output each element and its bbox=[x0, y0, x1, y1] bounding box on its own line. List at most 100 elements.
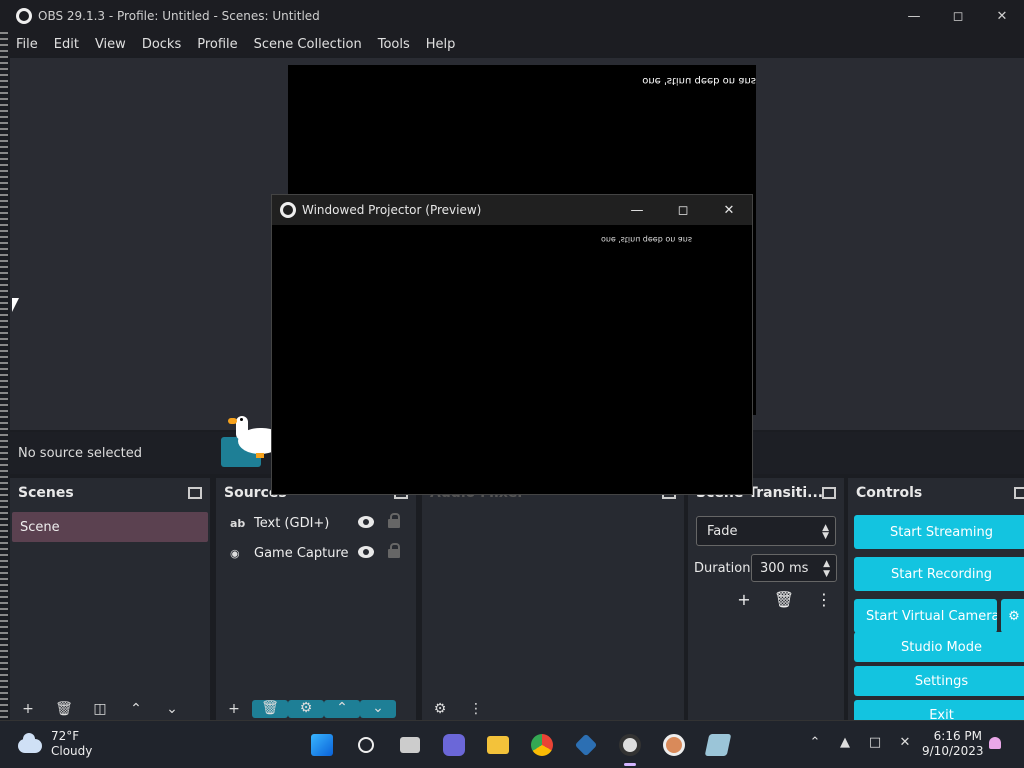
advanced-audio-icon[interactable]: ⚙ bbox=[422, 701, 458, 717]
undock-icon[interactable] bbox=[188, 487, 202, 499]
menu-profile[interactable]: Profile bbox=[197, 37, 237, 52]
menu-scene-collection[interactable]: Scene Collection bbox=[254, 37, 362, 52]
virtual-camera-settings-icon[interactable]: ⚙ bbox=[1001, 599, 1024, 633]
start-virtual-camera-button[interactable]: Start Virtual Camera bbox=[854, 599, 997, 633]
add-transition-icon[interactable]: + bbox=[724, 590, 764, 609]
obs-taskbar-icon[interactable] bbox=[608, 729, 652, 766]
menu-docks[interactable]: Docks bbox=[142, 37, 181, 52]
clock[interactable]: 6:16 PM 9/10/2023 bbox=[922, 729, 984, 759]
lock-icon[interactable] bbox=[388, 543, 400, 558]
audio-footer: ⚙ ⋮ bbox=[422, 698, 684, 720]
sources-dock: Sources ab Text (GDI+) ◉ Game Capture + … bbox=[216, 478, 416, 720]
virtualbox-icon[interactable] bbox=[564, 729, 608, 761]
app-icon[interactable] bbox=[696, 729, 740, 761]
transition-menu-icon[interactable]: ⋮ bbox=[804, 590, 844, 609]
windowed-projector[interactable]: Windowed Projector (Preview) — ◻ ✕ one '… bbox=[271, 194, 753, 495]
weather-widget[interactable]: 72°F Cloudy bbox=[18, 729, 92, 759]
show-hidden-icon[interactable]: ⌃ bbox=[800, 735, 830, 750]
settings-button[interactable]: Settings bbox=[854, 666, 1024, 696]
move-down-icon[interactable]: ⌄ bbox=[360, 700, 396, 718]
add-scene-icon[interactable]: + bbox=[10, 701, 46, 717]
duration-input[interactable]: 300 ms ▲ ▼ bbox=[751, 554, 837, 582]
chrome-icon[interactable] bbox=[520, 729, 564, 761]
notification-bell-icon[interactable] bbox=[989, 737, 1001, 749]
projector-mirrored-text: one 'stinu qeeb on ans bbox=[600, 235, 692, 244]
menu-bar: File Edit View Docks Profile Scene Colle… bbox=[8, 32, 1024, 56]
cloud-icon bbox=[18, 733, 42, 753]
maximize-button[interactable]: ◻ bbox=[936, 0, 980, 32]
file-explorer-icon[interactable] bbox=[476, 729, 520, 761]
source-properties-icon[interactable]: ⚙ bbox=[288, 700, 324, 718]
date: 9/10/2023 bbox=[922, 744, 984, 758]
scenes-dock: Scenes Scene + 🗑 ◫ ⌃ ⌄ bbox=[10, 478, 210, 720]
add-source-icon[interactable]: + bbox=[216, 701, 252, 717]
projector-maximize-button[interactable]: ◻ bbox=[660, 195, 706, 225]
obs-app: OBS 29.1.3 - Profile: Untitled - Scenes:… bbox=[0, 0, 1024, 768]
start-streaming-button[interactable]: Start Streaming bbox=[854, 515, 1024, 549]
remove-scene-icon[interactable]: 🗑 bbox=[46, 701, 82, 717]
studio-mode-button[interactable]: Studio Mode bbox=[854, 632, 1024, 662]
volume-muted-icon[interactable]: ✕ bbox=[890, 735, 920, 750]
display-icon[interactable]: □ bbox=[860, 735, 890, 750]
gamepad-icon: ◉ bbox=[230, 546, 240, 560]
menu-help[interactable]: Help bbox=[426, 37, 456, 52]
source-item[interactable]: ◉ Game Capture bbox=[216, 538, 416, 568]
scene-item[interactable]: Scene bbox=[12, 512, 208, 542]
start-recording-button[interactable]: Start Recording bbox=[854, 557, 1024, 591]
move-down-icon[interactable]: ⌄ bbox=[154, 701, 190, 717]
visibility-icon[interactable] bbox=[358, 516, 374, 528]
remove-transition-icon[interactable]: 🗑 bbox=[764, 590, 804, 609]
transitions-dock: Scene Transiti... Fade ▲ ▼ Duration 300 ms… bbox=[688, 478, 844, 720]
network-icon[interactable]: ▲ bbox=[830, 735, 860, 750]
mouse-cursor-icon bbox=[12, 298, 19, 312]
weather-condition: Cloudy bbox=[51, 744, 93, 758]
more-options-icon[interactable]: ⋮ bbox=[458, 701, 494, 717]
title-bar: OBS 29.1.3 - Profile: Untitled - Scenes:… bbox=[0, 0, 1024, 32]
window-edge bbox=[0, 32, 8, 720]
system-tray: ⌃ ▲ □ ✕ bbox=[800, 735, 920, 750]
menu-file[interactable]: File bbox=[16, 37, 38, 52]
controls-dock: Controls Start Streaming Start Recording… bbox=[848, 478, 1024, 730]
scenes-footer: + 🗑 ◫ ⌃ ⌄ bbox=[10, 698, 210, 720]
controls-title: Controls bbox=[856, 485, 923, 501]
start-icon[interactable] bbox=[300, 729, 344, 761]
undock-icon[interactable] bbox=[1014, 487, 1024, 499]
source-item[interactable]: ab Text (GDI+) bbox=[216, 508, 416, 538]
close-button[interactable]: ✕ bbox=[980, 0, 1024, 32]
move-up-icon[interactable]: ⌃ bbox=[118, 701, 154, 717]
temperature: 72°F bbox=[51, 729, 80, 743]
projector-minimize-button[interactable]: — bbox=[614, 195, 660, 225]
search-icon[interactable] bbox=[344, 729, 388, 761]
spinner-icon[interactable]: ▲ ▼ bbox=[823, 559, 830, 579]
minimize-button[interactable]: — bbox=[892, 0, 936, 32]
menu-view[interactable]: View bbox=[95, 37, 126, 52]
time: 6:16 PM bbox=[933, 729, 982, 743]
obs-logo-icon bbox=[280, 202, 296, 218]
duration-label: Duration bbox=[694, 561, 751, 576]
menu-edit[interactable]: Edit bbox=[54, 37, 79, 52]
media-player-icon[interactable] bbox=[652, 729, 696, 761]
taskbar: 72°F Cloudy ⌃ ▲ □ ✕ 6:16 PM 9/10/2023 bbox=[0, 720, 1024, 768]
window-title: OBS 29.1.3 - Profile: Untitled - Scenes:… bbox=[38, 9, 320, 23]
teams-icon[interactable] bbox=[432, 729, 476, 761]
visibility-icon[interactable] bbox=[358, 546, 374, 558]
scene-filters-icon[interactable]: ◫ bbox=[82, 701, 118, 717]
no-source-label: No source selected bbox=[18, 445, 142, 461]
task-view-icon[interactable] bbox=[388, 729, 432, 761]
move-up-icon[interactable]: ⌃ bbox=[324, 700, 360, 718]
transition-select[interactable]: Fade ▲ ▼ bbox=[696, 516, 836, 546]
lock-icon[interactable] bbox=[388, 513, 400, 528]
menu-tools[interactable]: Tools bbox=[378, 37, 410, 52]
undock-icon[interactable] bbox=[822, 487, 836, 499]
taskbar-apps bbox=[300, 729, 740, 766]
projector-title: Windowed Projector (Preview) bbox=[302, 203, 482, 217]
remove-source-icon[interactable]: 🗑 bbox=[252, 700, 288, 718]
preview-mirrored-text: one 'stinu qeeb on ans bbox=[642, 75, 756, 86]
spinner-icon: ▲ ▼ bbox=[822, 523, 829, 541]
window-controls: — ◻ ✕ bbox=[892, 0, 1024, 32]
audio-mixer-dock: Audio Mixer ⚙ ⋮ bbox=[422, 478, 684, 720]
scenes-title: Scenes bbox=[18, 485, 74, 501]
projector-close-button[interactable]: ✕ bbox=[706, 195, 752, 225]
text-source-icon: ab bbox=[230, 516, 246, 530]
projector-title-bar: Windowed Projector (Preview) — ◻ ✕ bbox=[272, 195, 752, 225]
